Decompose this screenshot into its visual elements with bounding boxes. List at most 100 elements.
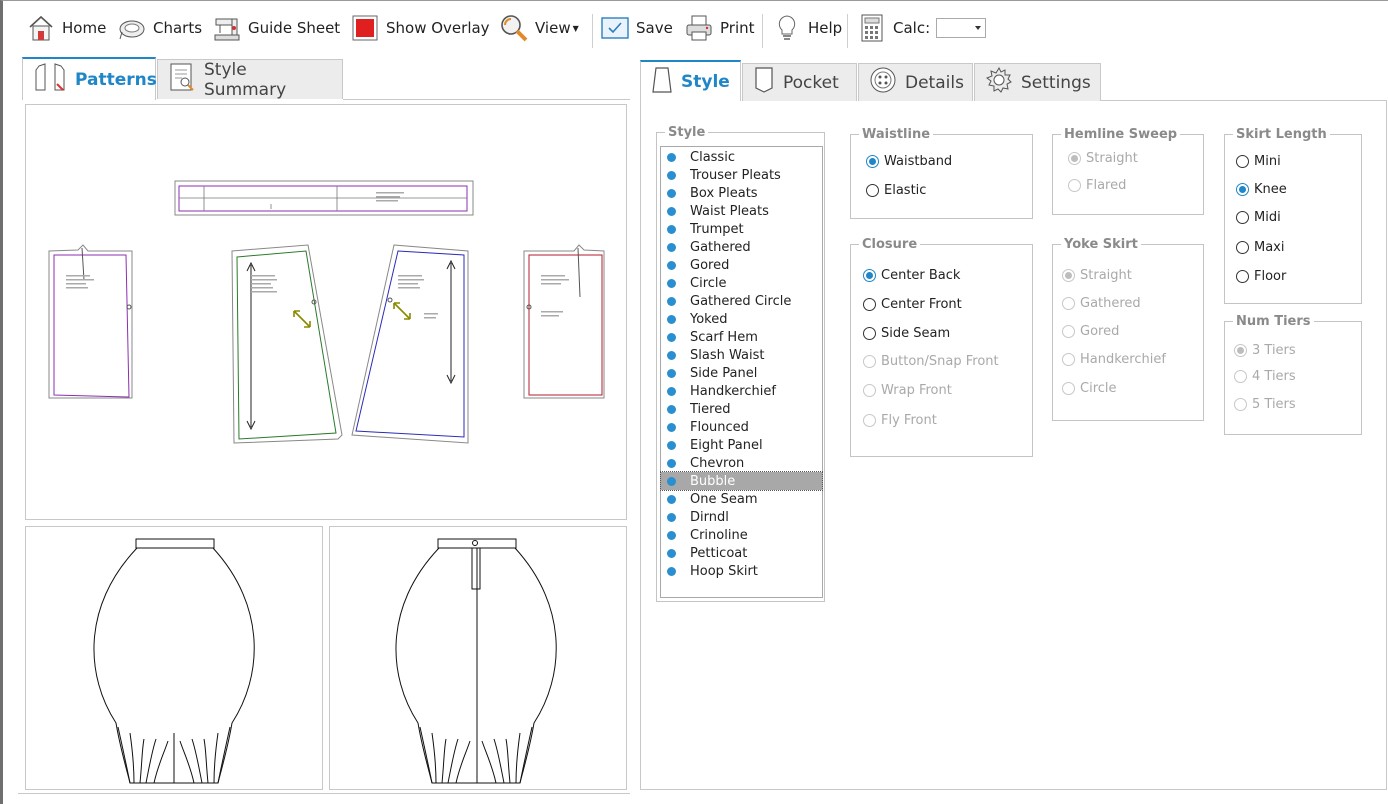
style-list-item[interactable]: Handkerchief [661,382,822,400]
style-list-item[interactable]: One Seam [661,490,822,508]
style-list-item[interactable]: Hoop Skirt [661,562,822,580]
radio-button-snap-front[interactable]: Button/Snap Front [863,354,999,369]
style-list-item-label: Circle [690,275,727,291]
style-list-item[interactable]: Gathered Circle [661,292,822,310]
overlay-icon [350,13,380,43]
radio-center-front[interactable]: Center Front [863,297,962,312]
radio-indicator [1236,183,1249,196]
tab-settings-label: Settings [1021,72,1091,93]
style-list-item[interactable]: Slash Waist [661,346,822,364]
style-list-item[interactable]: Dirndl [661,508,822,526]
radio-length-mini[interactable]: Mini [1236,154,1281,169]
radio-center-back[interactable]: Center Back [863,268,960,283]
radio-label: Straight [1080,268,1132,283]
radio-indicator [1062,382,1075,395]
style-list-item-label: Gored [690,257,730,273]
style-list-item-label: Handkerchief [690,383,776,399]
bullet-icon [667,278,676,288]
radio-elastic[interactable]: Elastic [866,183,926,198]
radio-label: Handkerchief [1080,352,1166,367]
radio-fly-front[interactable]: Fly Front [863,413,937,428]
save-button[interactable]: Save [600,8,673,48]
tab-settings[interactable]: Settings [974,63,1101,101]
style-list-item[interactable]: Flounced [661,418,822,436]
home-button[interactable]: Home [26,8,106,48]
toolbar-separator [762,14,763,48]
tab-patterns[interactable]: Patterns [22,57,157,100]
style-list-item[interactable]: Tiered [661,400,822,418]
style-list-item[interactable]: Gathered [661,238,822,256]
radio-indicator [1234,370,1247,383]
style-list-item[interactable]: Chevron [661,454,822,472]
style-list-item[interactable]: Scarf Hem [661,328,822,346]
calc-select[interactable] [936,18,987,38]
front-view-sketch [25,526,323,790]
tape-measure-icon [117,13,147,43]
radio-length-knee[interactable]: Knee [1236,182,1287,197]
pattern-pieces-canvas[interactable] [25,104,627,520]
radio-3-tiers[interactable]: 3 Tiers [1234,343,1296,358]
radio-label: Elastic [884,183,927,198]
radio-hemline-straight[interactable]: Straight [1068,151,1138,166]
bullet-icon [667,350,676,360]
calc-label: Calc: [893,19,931,37]
style-list-item[interactable]: Side Panel [661,364,822,382]
view-label: View [535,19,571,37]
style-list-item[interactable]: Classic [661,148,822,166]
radio-5-tiers[interactable]: 5 Tiers [1234,397,1296,412]
calculator-icon[interactable] [857,13,887,43]
radio-side-seam[interactable]: Side Seam [863,326,950,341]
radio-label: Center Back [881,268,961,283]
radio-yoke-circle[interactable]: Circle [1062,381,1117,396]
radio-waistband[interactable]: Waistband [866,154,952,169]
print-button[interactable]: Print [684,8,755,48]
style-list-item[interactable]: Bubble [660,471,823,491]
tab-details[interactable]: Details [858,63,973,101]
radio-label: Gathered [1080,296,1141,311]
radio-indicator [1062,353,1075,366]
bullet-icon [667,440,676,450]
radio-label: Fly Front [881,413,937,428]
radio-length-midi[interactable]: Midi [1236,210,1281,225]
radio-yoke-straight[interactable]: Straight [1062,268,1132,283]
style-list-item-label: Crinoline [690,527,748,543]
tab-pocket[interactable]: Pocket [742,63,857,101]
radio-yoke-gored[interactable]: Gored [1062,324,1119,339]
lightbulb-icon [772,13,802,43]
radio-hemline-flared[interactable]: Flared [1068,178,1126,193]
charts-button[interactable]: Charts [117,8,202,48]
guide-sheet-button[interactable]: Guide Sheet [212,8,340,48]
radio-yoke-gathered[interactable]: Gathered [1062,296,1141,311]
radio-label: 4 Tiers [1252,369,1296,384]
tab-style[interactable]: Style [640,60,741,102]
yoke-skirt-legend: Yoke Skirt [1064,237,1138,252]
style-list-item[interactable]: Waist Pleats [661,202,822,220]
radio-4-tiers[interactable]: 4 Tiers [1234,369,1296,384]
help-button[interactable]: Help [772,8,842,48]
waistline-group: Waistline [850,127,1033,219]
radio-label: Button/Snap Front [881,354,999,369]
style-list-item[interactable]: Gored [661,256,822,274]
style-list-item[interactable]: Yoked [661,310,822,328]
style-list-item-label: Petticoat [690,545,748,561]
bullet-icon [667,458,676,468]
style-list-item[interactable]: Eight Panel [661,436,822,454]
bullet-icon [667,332,676,342]
radio-length-floor[interactable]: Floor [1236,269,1286,284]
style-list-item[interactable]: Trumpet [661,220,822,238]
save-icon [600,13,630,43]
radio-wrap-front[interactable]: Wrap Front [863,383,952,398]
tab-style-summary[interactable]: Style Summary [157,59,343,100]
radio-yoke-handkerchief[interactable]: Handkerchief [1062,352,1166,367]
style-list[interactable]: Classic Trouser Pleats Box Pleats Waist Ple… [660,146,823,598]
radio-length-maxi[interactable]: Maxi [1236,240,1285,255]
style-list-item[interactable]: Circle [661,274,822,292]
show-overlay-button[interactable]: Show Overlay [350,8,490,48]
style-list-item[interactable]: Box Pleats [661,184,822,202]
view-menu-button[interactable]: View ▼ [499,8,579,48]
summary-document-icon [168,62,196,97]
style-list-item-label: Trumpet [690,221,744,237]
style-list-item[interactable]: Trouser Pleats [661,166,822,184]
style-list-item[interactable]: Petticoat [661,544,822,562]
style-list-item[interactable]: Crinoline [661,526,822,544]
